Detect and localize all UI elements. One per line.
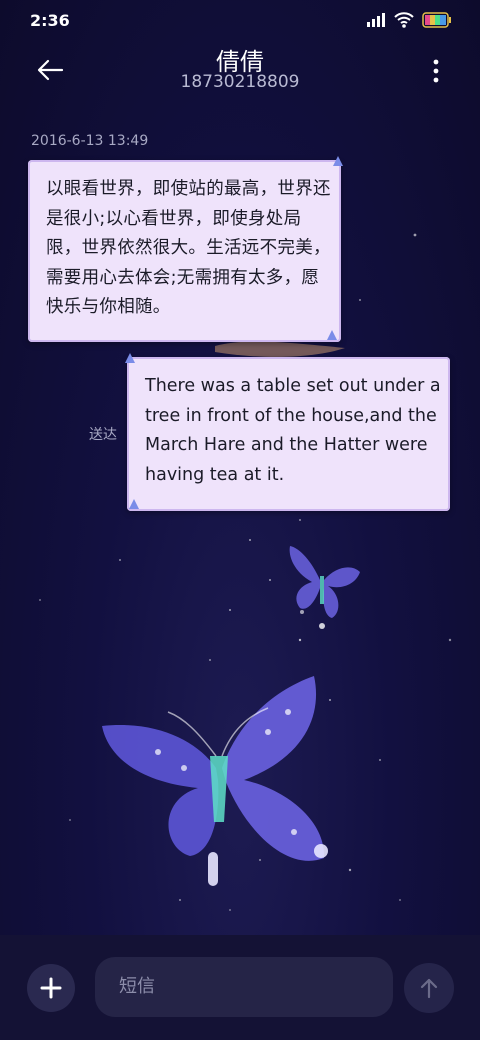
outgoing-message-text: There was a table set out under a tree i…	[145, 376, 441, 485]
outgoing-message-bubble[interactable]: There was a table set out under a tree i…	[125, 353, 450, 511]
send-button[interactable]	[404, 963, 454, 1013]
status-time: 2:36	[30, 11, 70, 30]
more-options-icon[interactable]	[432, 58, 440, 84]
bubble-corner-decoration	[333, 156, 343, 166]
add-icon	[40, 977, 62, 999]
conversation-header: 倩倩 18730218809	[0, 40, 480, 110]
incoming-message-text: 以眼看世界，即使站的最高，世界还是很小;以心看世界，即使身处局限，世界依然很大。…	[46, 179, 331, 317]
delivery-status: 送达	[89, 427, 117, 443]
battery-icon	[422, 12, 451, 28]
wifi-icon	[394, 12, 414, 28]
signal-icon	[367, 13, 385, 27]
send-arrow-icon	[420, 978, 438, 999]
contact-phone-number: 18730218809	[180, 72, 300, 92]
add-attachment-button[interactable]	[27, 964, 75, 1012]
bubble-corner-decoration	[327, 330, 337, 340]
small-butterfly-decoration	[289, 546, 360, 629]
bubble-corner-decoration	[125, 353, 135, 363]
bubble-corner-decoration	[129, 499, 139, 509]
large-butterfly-decoration	[102, 676, 328, 886]
status-bar: 2:36	[0, 0, 480, 40]
message-input[interactable]: 短信	[95, 957, 393, 1017]
message-timestamp: 2016-6-13 13:49	[31, 133, 149, 149]
incoming-message-bubble[interactable]: 以眼看世界，即使站的最高，世界还是很小;以心看世界，即使身处局限，世界依然很大。…	[28, 156, 343, 342]
